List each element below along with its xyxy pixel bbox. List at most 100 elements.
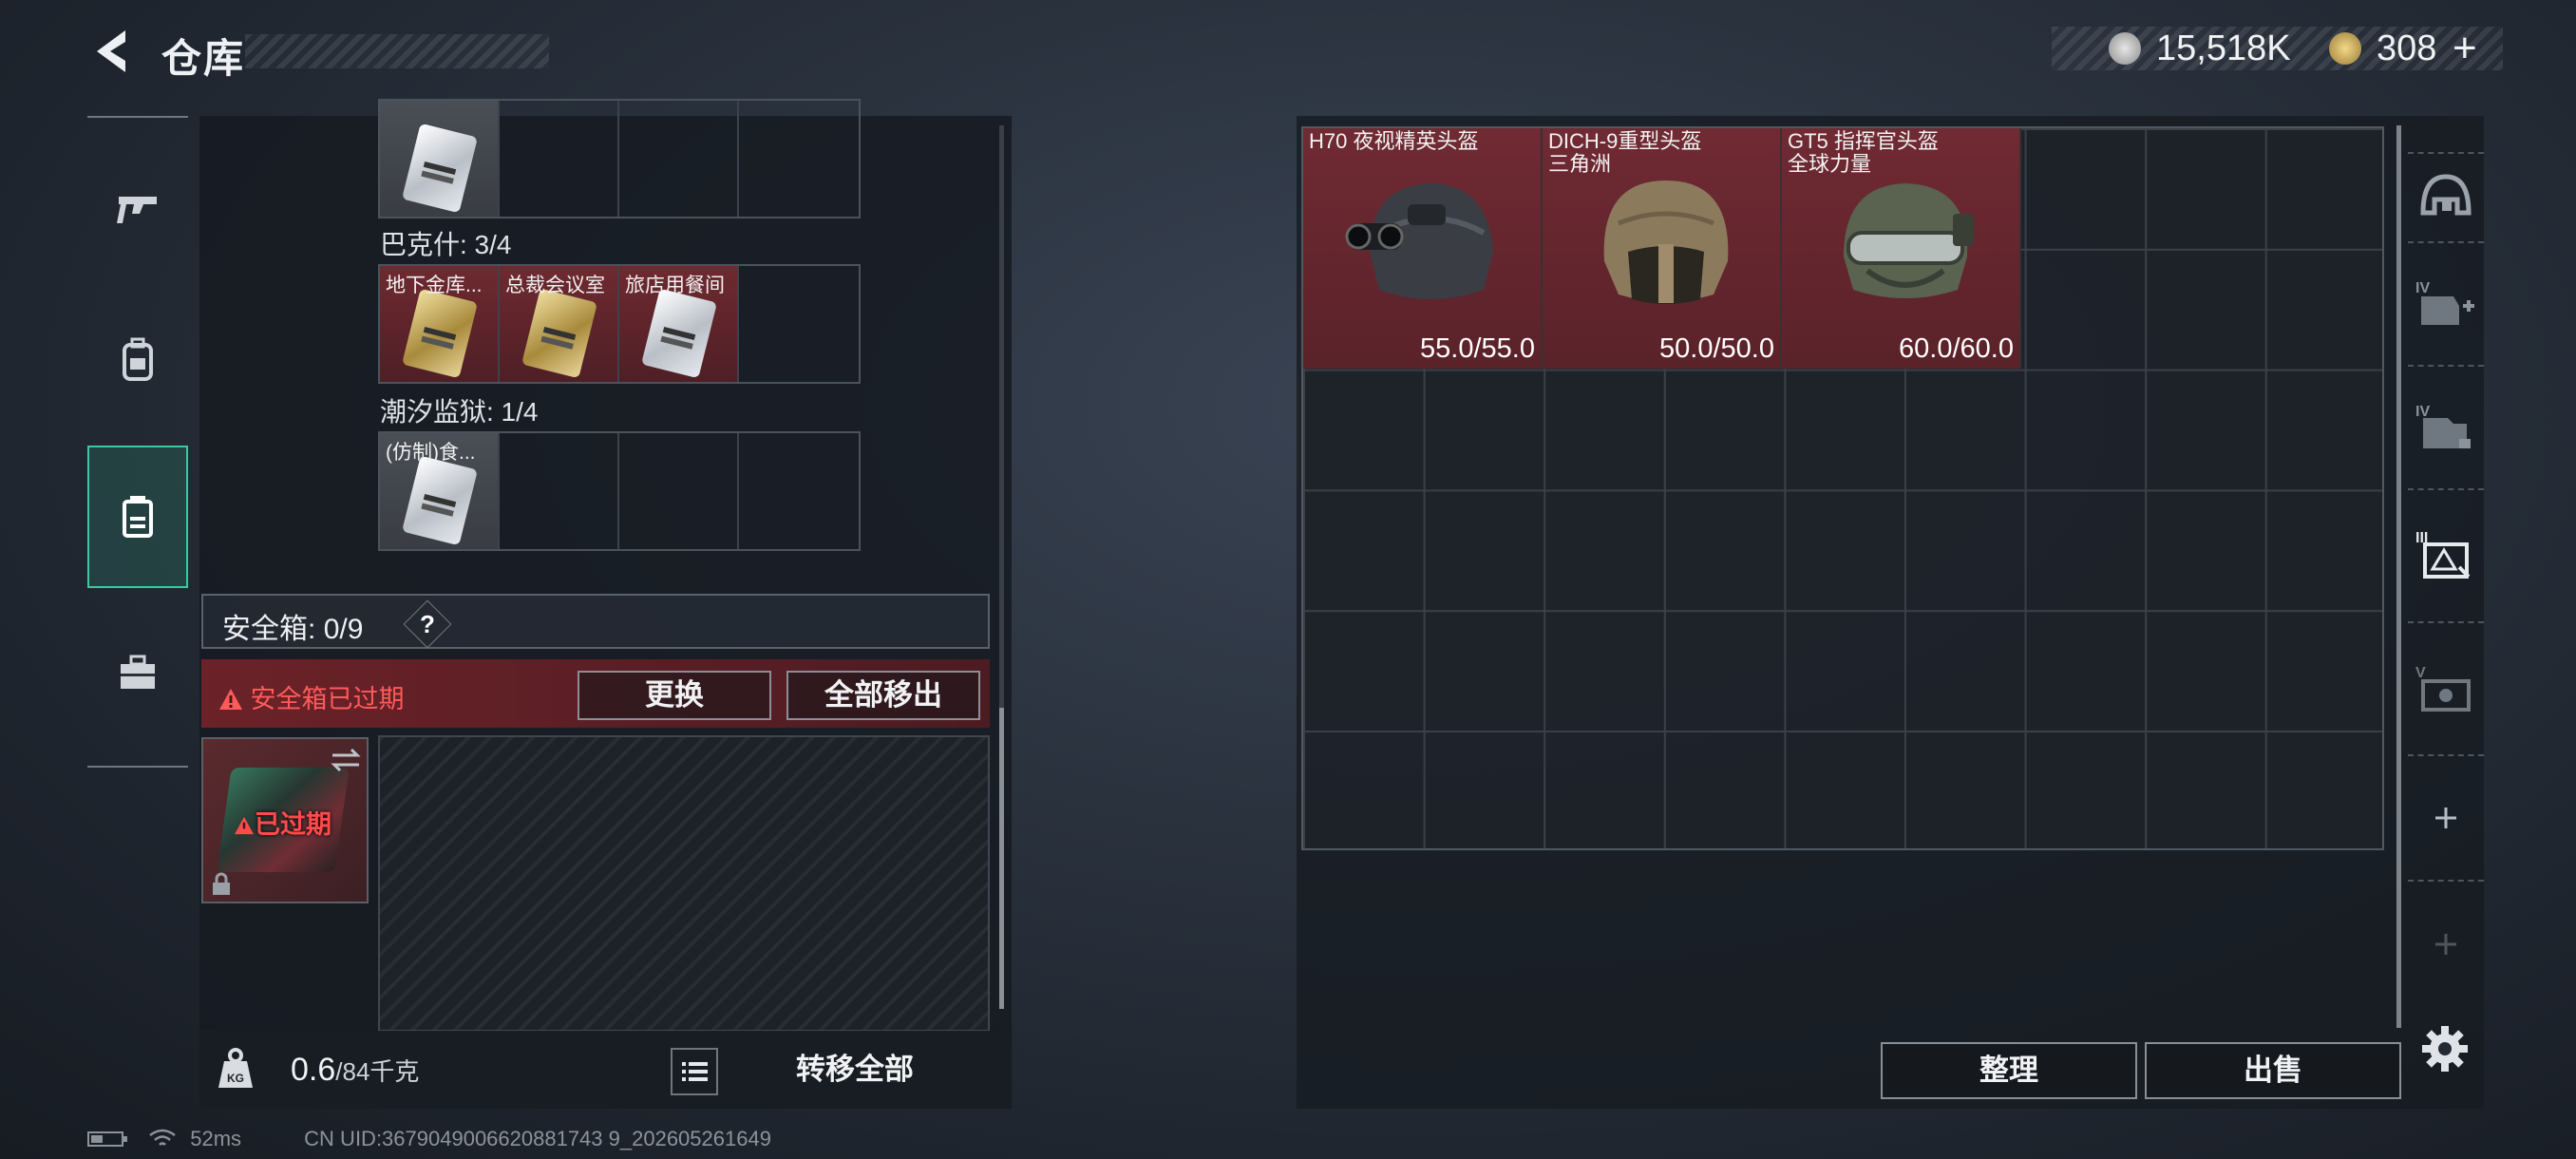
keycard-grid xyxy=(378,99,861,218)
status-footer: 52ms CN UID:3679049006620881743 9_202605… xyxy=(87,1127,771,1151)
sell-button[interactable]: 出售 xyxy=(2145,1042,2401,1099)
add-currency-button[interactable]: + xyxy=(2453,25,2477,72)
nav-armor-slot[interactable]: IV xyxy=(2408,243,2484,367)
keycard-silver-icon xyxy=(641,288,717,379)
nav-rig-slot[interactable]: IV xyxy=(2408,367,2484,490)
list-icon xyxy=(682,1062,708,1081)
keycard-gold-icon xyxy=(402,288,478,379)
safebox-header: 安全箱: 0/9 ? xyxy=(201,594,990,649)
keycard-silver-icon xyxy=(402,123,478,214)
keycard-name: 地下金库... xyxy=(386,275,483,296)
safebox-expired-warning: 安全箱已过期 xyxy=(218,678,405,715)
uid-text: CN UID:3679049006620881743 9_20260526164… xyxy=(304,1127,771,1150)
warning-icon xyxy=(235,816,254,835)
helmet-commander-icon xyxy=(1844,183,1974,298)
keycard-slot[interactable]: 旅店用餐间 xyxy=(619,266,739,382)
nav-keycards[interactable] xyxy=(87,446,188,588)
item-durability: 50.0/50.0 xyxy=(1659,333,1774,364)
back-arrow-icon xyxy=(97,30,125,72)
nav-weapons[interactable] xyxy=(87,137,188,279)
empty-slot[interactable] xyxy=(500,433,619,549)
empty-slot[interactable] xyxy=(619,101,739,217)
stash-item-helmet[interactable]: H70 夜视精英头盔 55.0/55.0 xyxy=(1303,128,1543,369)
wifi-icon xyxy=(149,1129,176,1146)
svg-text:V: V xyxy=(2415,665,2426,681)
keycard-gold-icon xyxy=(521,288,597,379)
gold-currency-value: 308 xyxy=(2377,28,2437,68)
weapons-icon xyxy=(117,197,157,223)
nav-toolbox[interactable] xyxy=(87,602,188,745)
lock-icon xyxy=(213,872,230,895)
page-title: 仓库 xyxy=(161,36,246,81)
helmet-heavy-icon xyxy=(1603,180,1729,304)
safebox-expired-label: 已过期 xyxy=(234,804,331,841)
empty-slot[interactable] xyxy=(739,266,859,382)
keycard-grid: (仿制)食... xyxy=(378,431,861,551)
stash-item-helmet[interactable]: GT5 指挥官头盔 全球力量 60.0/60.0 xyxy=(1782,128,2021,369)
safebox-item[interactable]: 已过期 xyxy=(201,737,369,903)
move-all-out-button[interactable]: 全部移出 xyxy=(786,671,980,720)
toolbox-icon xyxy=(121,655,155,689)
category-nav xyxy=(87,116,188,768)
helmet-slot-icon xyxy=(2420,174,2472,216)
swap-arrows-icon xyxy=(331,748,361,772)
empty-slot[interactable] xyxy=(739,101,859,217)
inventory-scroll-thumb[interactable] xyxy=(999,708,1004,1009)
chest-rig-icon: IV xyxy=(2415,404,2471,448)
keycard-case-icon: III xyxy=(2415,530,2471,579)
stash-scrollbar[interactable] xyxy=(2396,125,2401,1028)
currency-bar: 15,518K 308 + xyxy=(2052,25,2503,72)
keycard-group-label: 巴克什: 3/4 xyxy=(380,230,512,259)
add-icon xyxy=(2435,808,2456,828)
nav-helmet-slot[interactable] xyxy=(2408,152,2484,243)
armor-add-icon: IV xyxy=(2415,280,2474,325)
settings-button[interactable] xyxy=(2418,1022,2472,1075)
list-view-button[interactable] xyxy=(671,1048,718,1095)
swap-safebox-button[interactable]: 更换 xyxy=(578,671,771,720)
helmet-nvg-icon xyxy=(1345,183,1493,299)
back-button[interactable] xyxy=(87,25,141,78)
item-durability: 60.0/60.0 xyxy=(1899,333,2014,364)
empty-slot[interactable] xyxy=(619,433,739,549)
keycard-silver-icon xyxy=(402,455,478,546)
equipment-nav: IV IV III V xyxy=(2408,116,2484,1066)
keycard-slot[interactable] xyxy=(380,101,500,217)
svg-text:IV: IV xyxy=(2415,404,2430,420)
silver-coin-icon xyxy=(2109,32,2141,65)
warning-icon xyxy=(219,689,242,710)
empty-slot[interactable] xyxy=(739,433,859,549)
weight-display: 0.6/84千克 xyxy=(291,1052,420,1088)
keycard-grid: 地下金库... 总裁会议室 旅店用餐间 xyxy=(378,264,861,384)
keycard-slot[interactable]: 地下金库... xyxy=(380,266,500,382)
nav-backpack[interactable] xyxy=(87,289,188,431)
gold-coin-icon xyxy=(2329,32,2361,65)
nav-storage-slot[interactable]: V xyxy=(2408,623,2484,756)
inventory-bottom-bar: KG 0.6/84千克 转移全部 xyxy=(199,1031,1012,1109)
gear-icon xyxy=(2422,1026,2468,1072)
nav-add-slot[interactable] xyxy=(2408,756,2484,882)
empty-slot[interactable] xyxy=(500,101,619,217)
keycard-name: 总裁会议室 xyxy=(505,275,605,296)
backpack-icon xyxy=(123,337,153,381)
keycard-slot[interactable]: (仿制)食... xyxy=(380,433,500,549)
silver-currency-value: 15,518K xyxy=(2156,28,2291,68)
title-decoration xyxy=(245,34,549,68)
safebox-label: 安全箱: 0/9 xyxy=(222,614,364,645)
storage-case-icon: V xyxy=(2415,665,2471,712)
battery-icon xyxy=(87,1131,127,1147)
keycard-name: (仿制)食... xyxy=(386,442,476,464)
svg-text:IV: IV xyxy=(2415,280,2430,296)
nav-keycase-slot[interactable]: III xyxy=(2408,490,2484,623)
weight-icon: KG xyxy=(218,1048,253,1088)
transfer-all-button[interactable]: 转移全部 xyxy=(731,1042,978,1097)
item-durability: 55.0/55.0 xyxy=(1420,333,1535,364)
keycard-icon xyxy=(123,496,153,538)
safebox-storage-grid[interactable] xyxy=(378,735,990,1032)
stash-item-helmet[interactable]: DICH-9重型头盔 三角洲 50.0/50.0 xyxy=(1543,128,1782,369)
sort-button[interactable]: 整理 xyxy=(1881,1042,2137,1099)
nav-add-slot-disabled xyxy=(2408,882,2484,1007)
svg-text:KG: KG xyxy=(227,1072,244,1085)
add-icon-disabled xyxy=(2435,934,2456,955)
safebox-help-button[interactable]: ? xyxy=(403,599,452,649)
keycard-slot[interactable]: 总裁会议室 xyxy=(500,266,619,382)
